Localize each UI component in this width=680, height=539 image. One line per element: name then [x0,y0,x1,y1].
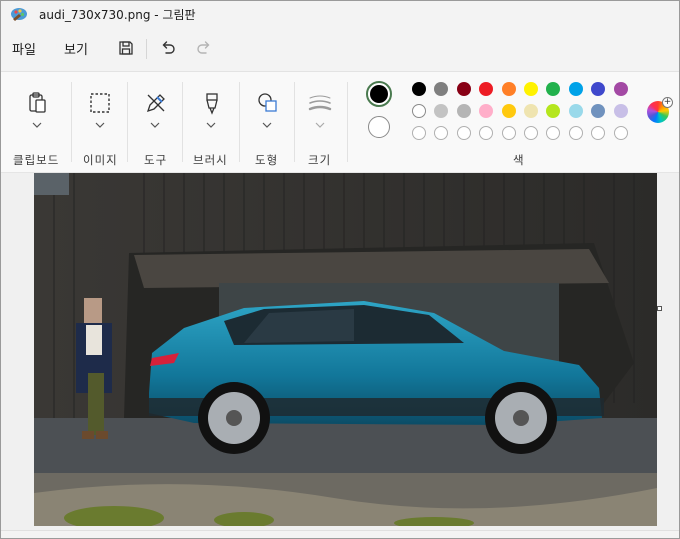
chevron-down-icon [262,122,272,128]
color-swatch[interactable] [524,104,538,118]
color-swatch[interactable] [546,82,560,96]
chevron-down-icon [315,122,325,128]
chevron-down-icon [150,122,160,128]
pencil-icon [146,94,165,113]
color-swatch[interactable] [412,104,426,118]
undo-icon [162,41,175,54]
color-swatch[interactable] [569,104,583,118]
paint-window: audi_730x730.png - 그림판 파일 보기 클립보드 이미지 도구… [0,0,680,539]
custom-color-slot[interactable] [614,126,628,140]
wheel [198,382,270,454]
custom-color-slot[interactable] [569,126,583,140]
color-swatch[interactable] [614,104,628,118]
menu-file[interactable]: 파일 [12,39,36,58]
chevron-down-icon [206,122,216,128]
title-bar: audi_730x730.png - 그림판 [1,1,679,27]
toolbar-divider [146,39,147,59]
redo-button[interactable] [193,37,215,59]
image-label: 이미지 [83,153,118,167]
ribbon-divider [347,82,348,162]
clipboard-icon [29,92,46,113]
canvas-area [1,173,679,531]
custom-color-slot[interactable] [502,126,516,140]
color-swatch[interactable] [502,104,516,118]
color-swatch[interactable] [457,82,471,96]
custom-color-slot[interactable] [434,126,448,140]
paint-app-icon [11,8,27,21]
secondary-color[interactable] [368,116,390,138]
custom-color-slot[interactable] [479,126,493,140]
tools-label: 도구 [144,153,168,167]
size-label: 크기 [308,153,332,167]
image-group[interactable]: 이미지 [72,72,127,172]
car-photo [34,173,657,526]
clipboard-label: 클립보드 [13,153,60,167]
custom-color-slot[interactable] [591,126,605,140]
tools-group[interactable]: 도구 [128,72,182,172]
selection-icon [90,93,110,113]
resize-handle[interactable] [657,306,662,311]
color-swatch[interactable] [614,82,628,96]
undo-button[interactable] [157,37,179,59]
shapes-icon [258,93,277,112]
chevron-down-icon [95,122,105,128]
color-swatch[interactable] [502,82,516,96]
color-swatch[interactable] [546,104,560,118]
primary-color-fill [370,85,388,103]
brush-label: 브러시 [193,153,228,167]
color-swatch[interactable] [591,82,605,96]
line-width-icon [308,95,332,111]
shapes-group[interactable]: 도형 [240,72,294,172]
size-group[interactable]: 크기 [295,72,347,172]
custom-color-slot[interactable] [524,126,538,140]
floppy-disk-icon [119,41,133,55]
color-swatch[interactable] [569,82,583,96]
window-title: audi_730x730.png - 그림판 [39,8,196,22]
colors-label: 색 [513,153,524,167]
custom-color-slot[interactable] [412,126,426,140]
custom-color-slot[interactable] [546,126,560,140]
color-swatch[interactable] [479,82,493,96]
canvas-image[interactable] [34,173,657,526]
brush-group[interactable]: 브러시 [183,72,239,172]
add-color-icon: + [662,97,673,108]
redo-icon [197,41,210,54]
clipboard-group[interactable]: 클립보드 [1,72,71,172]
color-swatch[interactable] [479,104,493,118]
primary-color[interactable] [366,81,392,107]
chevron-down-icon [32,122,42,128]
color-swatch[interactable] [412,82,426,96]
color-swatch[interactable] [434,104,448,118]
brush-icon [206,93,218,115]
save-button[interactable] [115,37,137,59]
custom-color-slot[interactable] [457,126,471,140]
color-swatch[interactable] [524,82,538,96]
color-swatch[interactable] [591,104,605,118]
shapes-label: 도형 [255,153,279,167]
wheel [485,382,557,454]
status-bar [1,530,679,538]
color-swatch[interactable] [434,82,448,96]
menu-view[interactable]: 보기 [64,39,88,58]
menu-bar: 파일 보기 [1,27,679,72]
color-swatch[interactable] [457,104,471,118]
ribbon: 클립보드 이미지 도구 브러시 도형 크기 색 + [1,72,679,173]
